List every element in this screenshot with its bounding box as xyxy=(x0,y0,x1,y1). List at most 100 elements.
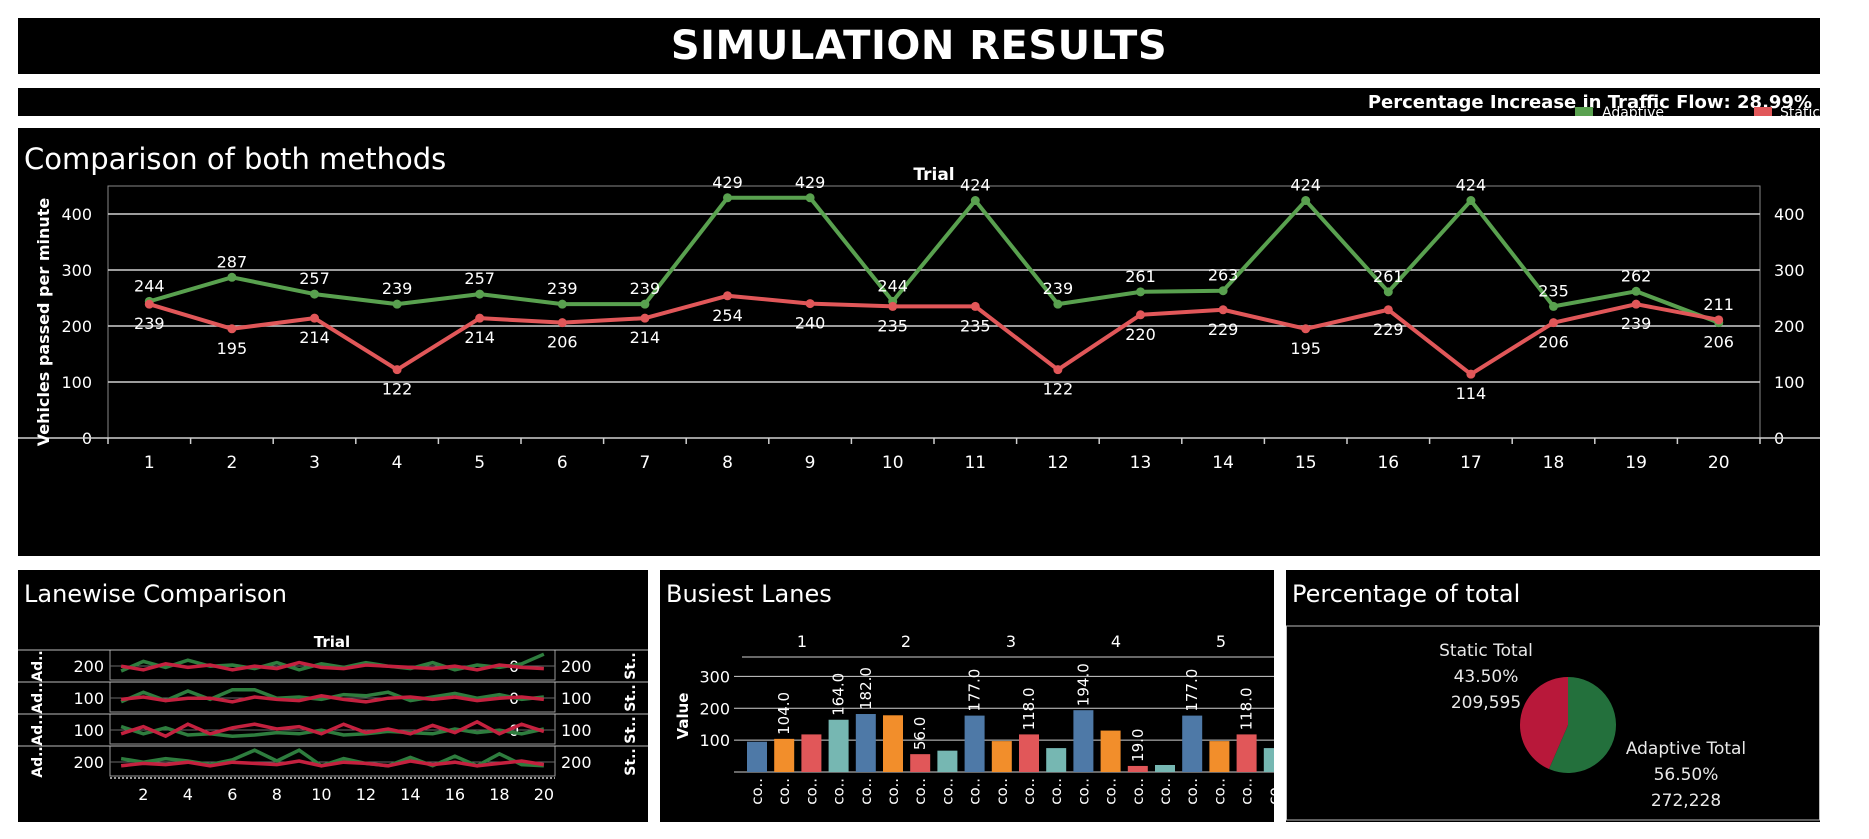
main-data-label-static: 240 xyxy=(795,314,826,333)
pie-label-static-value: 209,595 xyxy=(1450,693,1522,713)
comparison-panel: Comparison of both methods Trial 0 0 100 100… xyxy=(18,128,1820,556)
busy-bar xyxy=(937,750,958,772)
pie-label-adaptive-name: Adaptive Total xyxy=(1625,739,1747,759)
busy-group-label: 1 xyxy=(797,632,807,651)
busy-bar-label: co.. xyxy=(748,778,766,805)
busy-bar-label: co.. xyxy=(1156,778,1174,805)
busy-bar xyxy=(1155,764,1175,772)
main-xtick-label: 13 xyxy=(1130,453,1152,473)
main-data-label-adaptive: 424 xyxy=(1456,176,1487,195)
main-xtick-label: 1 xyxy=(144,453,155,473)
main-plot-frame xyxy=(107,185,1761,439)
main-point-adaptive xyxy=(227,272,237,282)
main-ytick-left: 300 xyxy=(61,261,92,280)
main-point-adaptive xyxy=(557,299,567,309)
busy-bar-label: co.. xyxy=(1020,778,1038,805)
title-bar: SIMULATION RESULTS xyxy=(18,18,1820,74)
main-data-label-adaptive: 257 xyxy=(464,269,495,288)
info-bar: Percentage Increase in Traffic Flow: 28.… xyxy=(18,88,1820,116)
lane-xtick-label: 12 xyxy=(356,785,376,804)
pie-label-static: Static Total 43.50% 209,595 xyxy=(1401,638,1571,716)
busy-bar xyxy=(1209,741,1230,772)
main-point-static xyxy=(557,318,567,328)
busy-data-label: 118.0 xyxy=(1020,687,1038,730)
busy-bar xyxy=(1263,748,1274,772)
main-data-label-adaptive: 244 xyxy=(877,276,908,295)
main-xtick-label: 4 xyxy=(392,453,403,473)
busy-bar xyxy=(747,741,767,772)
lane-row-label-right: St.. xyxy=(623,652,639,679)
main-data-label-adaptive: 287 xyxy=(217,252,248,271)
main-xtick-label: 20 xyxy=(1708,453,1730,473)
main-data-label-adaptive: 239 xyxy=(547,279,578,298)
busy-bar-label: co.. xyxy=(1210,778,1228,805)
main-point-adaptive xyxy=(1136,287,1145,297)
main-data-label-adaptive: 244 xyxy=(134,276,165,295)
main-ytick-right: 300 xyxy=(1774,261,1805,280)
main-xtick-label: 15 xyxy=(1295,453,1317,473)
busy-bar-label: co.. xyxy=(857,778,875,805)
lane-row-label-right: St.. xyxy=(623,748,639,775)
main-data-label-static: 122 xyxy=(382,380,413,399)
main-point-static xyxy=(1549,318,1558,328)
lane-xtick-label: 14 xyxy=(400,785,420,804)
pie-label-adaptive-value: 272,228 xyxy=(1650,791,1722,811)
busy-bar xyxy=(991,741,1012,772)
main-data-label-static: 206 xyxy=(1538,333,1569,352)
main-data-label-static: 235 xyxy=(877,316,908,335)
busy-bar-label: co.. xyxy=(884,778,902,805)
main-data-label-adaptive: 239 xyxy=(1043,279,1074,298)
busy-bar-label: co.. xyxy=(1074,778,1092,805)
main-data-label-adaptive: 424 xyxy=(960,176,991,195)
main-ytick-right: 200 xyxy=(1774,317,1805,336)
busy-ytick-label: 200 xyxy=(699,699,730,718)
main-point-static xyxy=(144,299,154,309)
legend-label-static: Static xyxy=(1780,105,1820,116)
main-point-static xyxy=(475,313,485,323)
main-point-static xyxy=(640,313,650,323)
main-point-static xyxy=(888,301,898,311)
busy-bar xyxy=(774,738,795,772)
lane-xtick-label: 20 xyxy=(534,785,554,804)
main-xtick-label: 19 xyxy=(1625,453,1647,473)
lane-xtick-label: 2 xyxy=(138,785,148,804)
busy-bar-label: co.. xyxy=(938,778,956,805)
main-point-adaptive xyxy=(310,289,319,299)
main-point-static xyxy=(1383,305,1393,315)
main-data-label-static: 239 xyxy=(134,314,165,333)
lane-left-tick: 100 xyxy=(73,721,104,740)
main-point-static xyxy=(1136,310,1145,320)
busy-data-label: 177.0 xyxy=(966,669,984,712)
lane-left-tick: 200 xyxy=(73,657,104,676)
main-point-static xyxy=(970,301,980,311)
busy-y-title: Value xyxy=(674,693,692,740)
lane-row-label-right: St.. xyxy=(623,684,639,711)
main-point-static xyxy=(805,299,815,309)
lane-xtick-label: 18 xyxy=(489,785,509,804)
main-data-label-static: 195 xyxy=(217,339,248,358)
main-data-label-adaptive: 239 xyxy=(630,279,661,298)
main-point-static xyxy=(1218,305,1228,315)
main-point-static xyxy=(723,291,732,301)
lane-left-tick: 100 xyxy=(73,689,104,708)
busy-data-label: 194.0 xyxy=(1074,663,1092,706)
main-data-label-adaptive: 239 xyxy=(382,279,413,298)
busy-group-label: 4 xyxy=(1111,632,1121,651)
main-data-label-static: 214 xyxy=(299,328,330,347)
main-data-label-static: 211 xyxy=(1703,295,1734,314)
main-point-adaptive xyxy=(1466,196,1476,206)
main-xtick-label: 14 xyxy=(1212,453,1234,473)
pie-label-static-percent: 43.50% xyxy=(1453,667,1519,687)
busy-bar xyxy=(1127,765,1148,772)
main-xtick-label: 8 xyxy=(722,453,733,473)
main-data-label-adaptive: 429 xyxy=(712,173,743,192)
percentage-panel: Percentage of total Static Total 43.50% … xyxy=(1286,570,1820,822)
main-xtick-label: 16 xyxy=(1377,453,1399,473)
main-data-label-static: 206 xyxy=(547,333,578,352)
busy-bar-label: co.. xyxy=(966,778,984,805)
lane-right-tick: 200 xyxy=(561,657,592,676)
busy-data-label: 56.0 xyxy=(911,717,929,750)
main-ytick-left: 400 xyxy=(61,205,92,224)
main-point-adaptive xyxy=(805,193,815,203)
legend-swatch-adaptive xyxy=(1575,107,1593,116)
